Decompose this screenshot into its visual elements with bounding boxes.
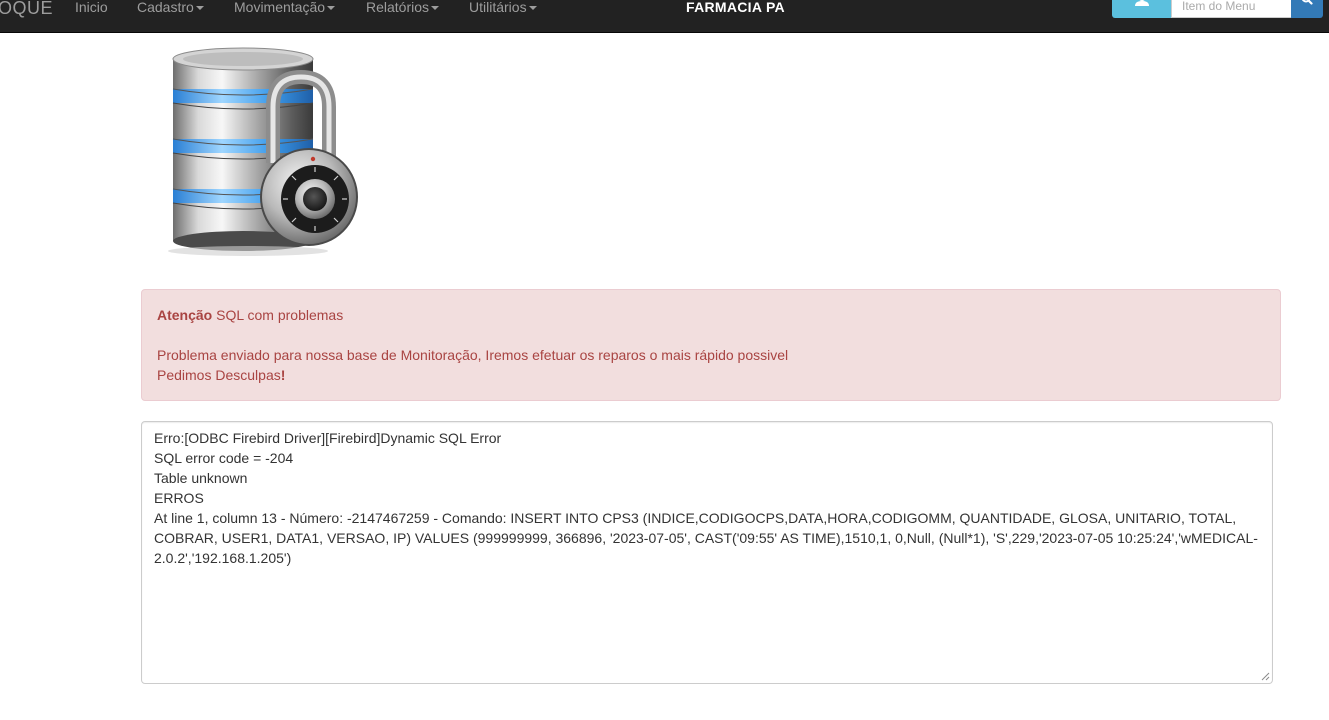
nav-item-utilitarios[interactable]: Utilitários bbox=[469, 0, 537, 16]
error-line: ERROS bbox=[154, 490, 204, 506]
nav-item-movimentacao[interactable]: Movimentação bbox=[234, 0, 336, 16]
caret-down-icon bbox=[195, 6, 204, 11]
user-button[interactable] bbox=[1112, 0, 1172, 18]
alert-apology: Pedimos Desculpas! bbox=[157, 365, 285, 385]
alert-apology-text: Pedimos Desculpas bbox=[157, 367, 281, 383]
menu-search-input[interactable] bbox=[1171, 0, 1292, 18]
search-button[interactable] bbox=[1291, 0, 1323, 18]
nav-item-label: Relatórios bbox=[366, 0, 430, 15]
company-title: FARMACIA PA bbox=[686, 0, 785, 15]
nav-item-label: Inicio bbox=[75, 0, 108, 15]
nav-item-label: Cadastro bbox=[137, 0, 194, 15]
alert-strong-label: Atenção bbox=[157, 307, 213, 323]
caret-down-icon bbox=[528, 6, 537, 11]
nav-item-relatorios[interactable]: Relatórios bbox=[366, 0, 440, 16]
error-line: Table unknown bbox=[154, 470, 248, 486]
navbar-brand[interactable]: OQUE bbox=[0, 0, 53, 18]
nav-item-label: Movimentação bbox=[234, 0, 326, 15]
search-icon bbox=[1301, 0, 1313, 5]
error-line: At line 1, column 13 - Número: -21474672… bbox=[154, 510, 1258, 566]
error-line: SQL error code = -204 bbox=[154, 450, 294, 466]
resize-handle-icon[interactable] bbox=[1260, 671, 1270, 681]
error-details-textarea[interactable]: Erro:[ODBC Firebird Driver][Firebird]Dyn… bbox=[141, 421, 1273, 684]
alert-message: Problema enviado para nossa base de Moni… bbox=[157, 347, 789, 363]
error-line: Erro:[ODBC Firebird Driver][Firebird]Dyn… bbox=[154, 430, 502, 446]
caret-down-icon bbox=[431, 6, 440, 11]
database-lock-icon bbox=[168, 47, 358, 256]
sql-error-alert: Atenção SQL com problemas Problema envia… bbox=[141, 289, 1281, 401]
top-navbar: OQUE Inicio Cadastro Movimentação Relató… bbox=[0, 0, 1329, 33]
user-icon bbox=[1135, 0, 1149, 6]
nav-item-cadastro[interactable]: Cadastro bbox=[137, 0, 204, 16]
caret-down-icon bbox=[327, 6, 336, 11]
nav-item-inicio[interactable]: Inicio bbox=[75, 0, 108, 16]
alert-heading-text: SQL com problemas bbox=[212, 307, 344, 323]
alert-heading: Atenção SQL com problemas bbox=[157, 305, 343, 325]
alert-apology-mark: ! bbox=[280, 367, 286, 383]
nav-item-label: Utilitários bbox=[469, 0, 527, 15]
